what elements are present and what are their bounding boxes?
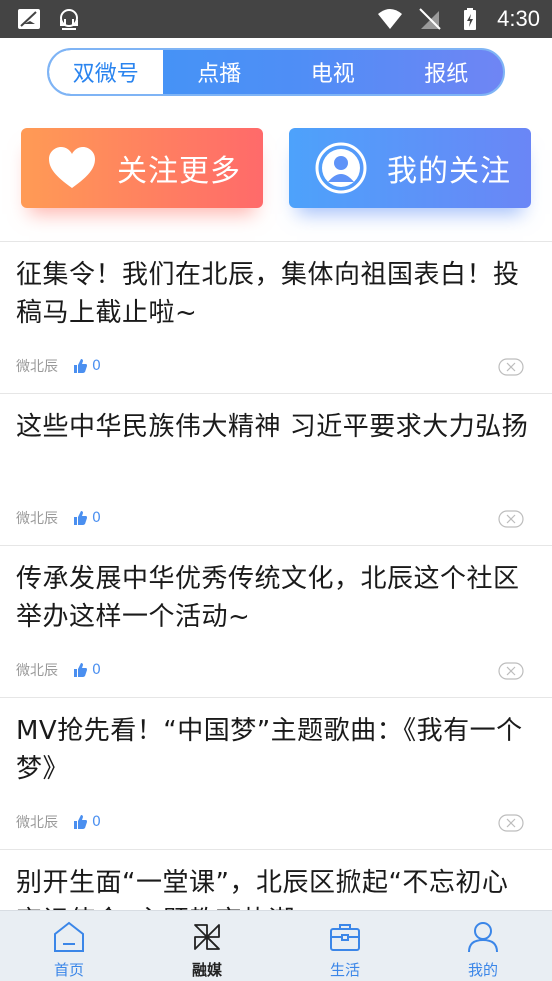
signal-off-icon: [419, 8, 441, 30]
item-title: MV抢先看！“中国梦”主题歌曲：《我有一个梦》: [16, 716, 523, 784]
person-circle-icon: [315, 142, 367, 194]
item-likes: 0: [92, 814, 101, 830]
user-icon: [468, 922, 498, 953]
tab-dianshi[interactable]: 电视: [276, 50, 390, 94]
item-source: 微北辰: [16, 663, 58, 679]
item-title: 征集令！我们在北辰，集体向祖国表白！投稿马上截止啦~: [16, 260, 520, 328]
home-icon: [54, 921, 84, 952]
bottom-nav: 首页 融媒 生活 我的: [0, 910, 552, 981]
dismiss-icon[interactable]: [498, 510, 524, 528]
dismiss-icon[interactable]: [498, 814, 524, 832]
item-title: 传承发展中华优秀传统文化，北辰这个社区举办这样一个活动~: [16, 564, 520, 632]
follow-more-label: 关注更多: [117, 154, 241, 189]
battery-charging-icon: [464, 8, 477, 30]
briefcase-icon: [330, 924, 360, 951]
list-item[interactable]: 传承发展中华优秀传统文化，北辰这个社区举办这样一个活动~ 微北辰 0: [0, 545, 552, 697]
list-item[interactable]: 征集令！我们在北辰，集体向祖国表白！投稿马上截止啦~ 微北辰 0: [0, 241, 552, 393]
item-source: 微北辰: [16, 511, 58, 527]
nav-home-label: 首页: [53, 961, 84, 979]
item-source: 微北辰: [16, 359, 58, 375]
status-bar: 4:30: [0, 0, 552, 38]
news-feed: 征集令！我们在北辰，集体向祖国表白！投稿马上截止啦~ 微北辰 0 这些中华民族伟…: [0, 241, 552, 981]
nav-mine[interactable]: 我的: [414, 911, 552, 981]
thumbs-up-icon: [74, 359, 87, 373]
follow-more-button[interactable]: 关注更多: [21, 128, 263, 210]
nav-media-label: 融媒: [191, 961, 222, 979]
thumbs-up-icon: [74, 815, 87, 829]
channel-tabs: 双微号 点播 电视 报纸: [47, 48, 505, 96]
item-source: 微北辰: [16, 815, 58, 831]
nav-life-label: 生活: [329, 961, 360, 979]
dismiss-icon[interactable]: [498, 358, 524, 376]
sim-icon: [18, 9, 40, 29]
tab-dianbo[interactable]: 点播: [163, 50, 277, 94]
item-title: 这些中华民族伟大精神 习近平要求大力弘扬: [16, 412, 529, 442]
list-item[interactable]: MV抢先看！“中国梦”主题歌曲：《我有一个梦》 微北辰 0: [0, 697, 552, 849]
headset-icon: [60, 9, 78, 30]
wifi-icon: [378, 9, 403, 29]
my-follow-button[interactable]: 我的关注: [289, 128, 531, 210]
thumbs-up-icon: [74, 663, 87, 677]
tab-baozhi[interactable]: 报纸: [390, 50, 504, 94]
nav-media[interactable]: 融媒: [138, 911, 276, 981]
my-follow-label: 我的关注: [387, 154, 511, 189]
status-time: 4:30: [497, 6, 540, 31]
heart-icon: [49, 147, 95, 188]
thumbs-up-icon: [74, 511, 87, 525]
nav-life[interactable]: 生活: [276, 911, 414, 981]
item-likes: 0: [92, 358, 101, 374]
item-likes: 0: [92, 510, 101, 526]
dismiss-icon[interactable]: [498, 662, 524, 680]
tab-shuangweihao[interactable]: 双微号: [49, 50, 163, 94]
nav-home[interactable]: 首页: [0, 911, 138, 981]
pinwheel-icon: [194, 924, 220, 950]
nav-mine-label: 我的: [467, 961, 498, 979]
item-likes: 0: [92, 662, 101, 678]
list-item[interactable]: 这些中华民族伟大精神 习近平要求大力弘扬 微北辰 0: [0, 393, 552, 545]
